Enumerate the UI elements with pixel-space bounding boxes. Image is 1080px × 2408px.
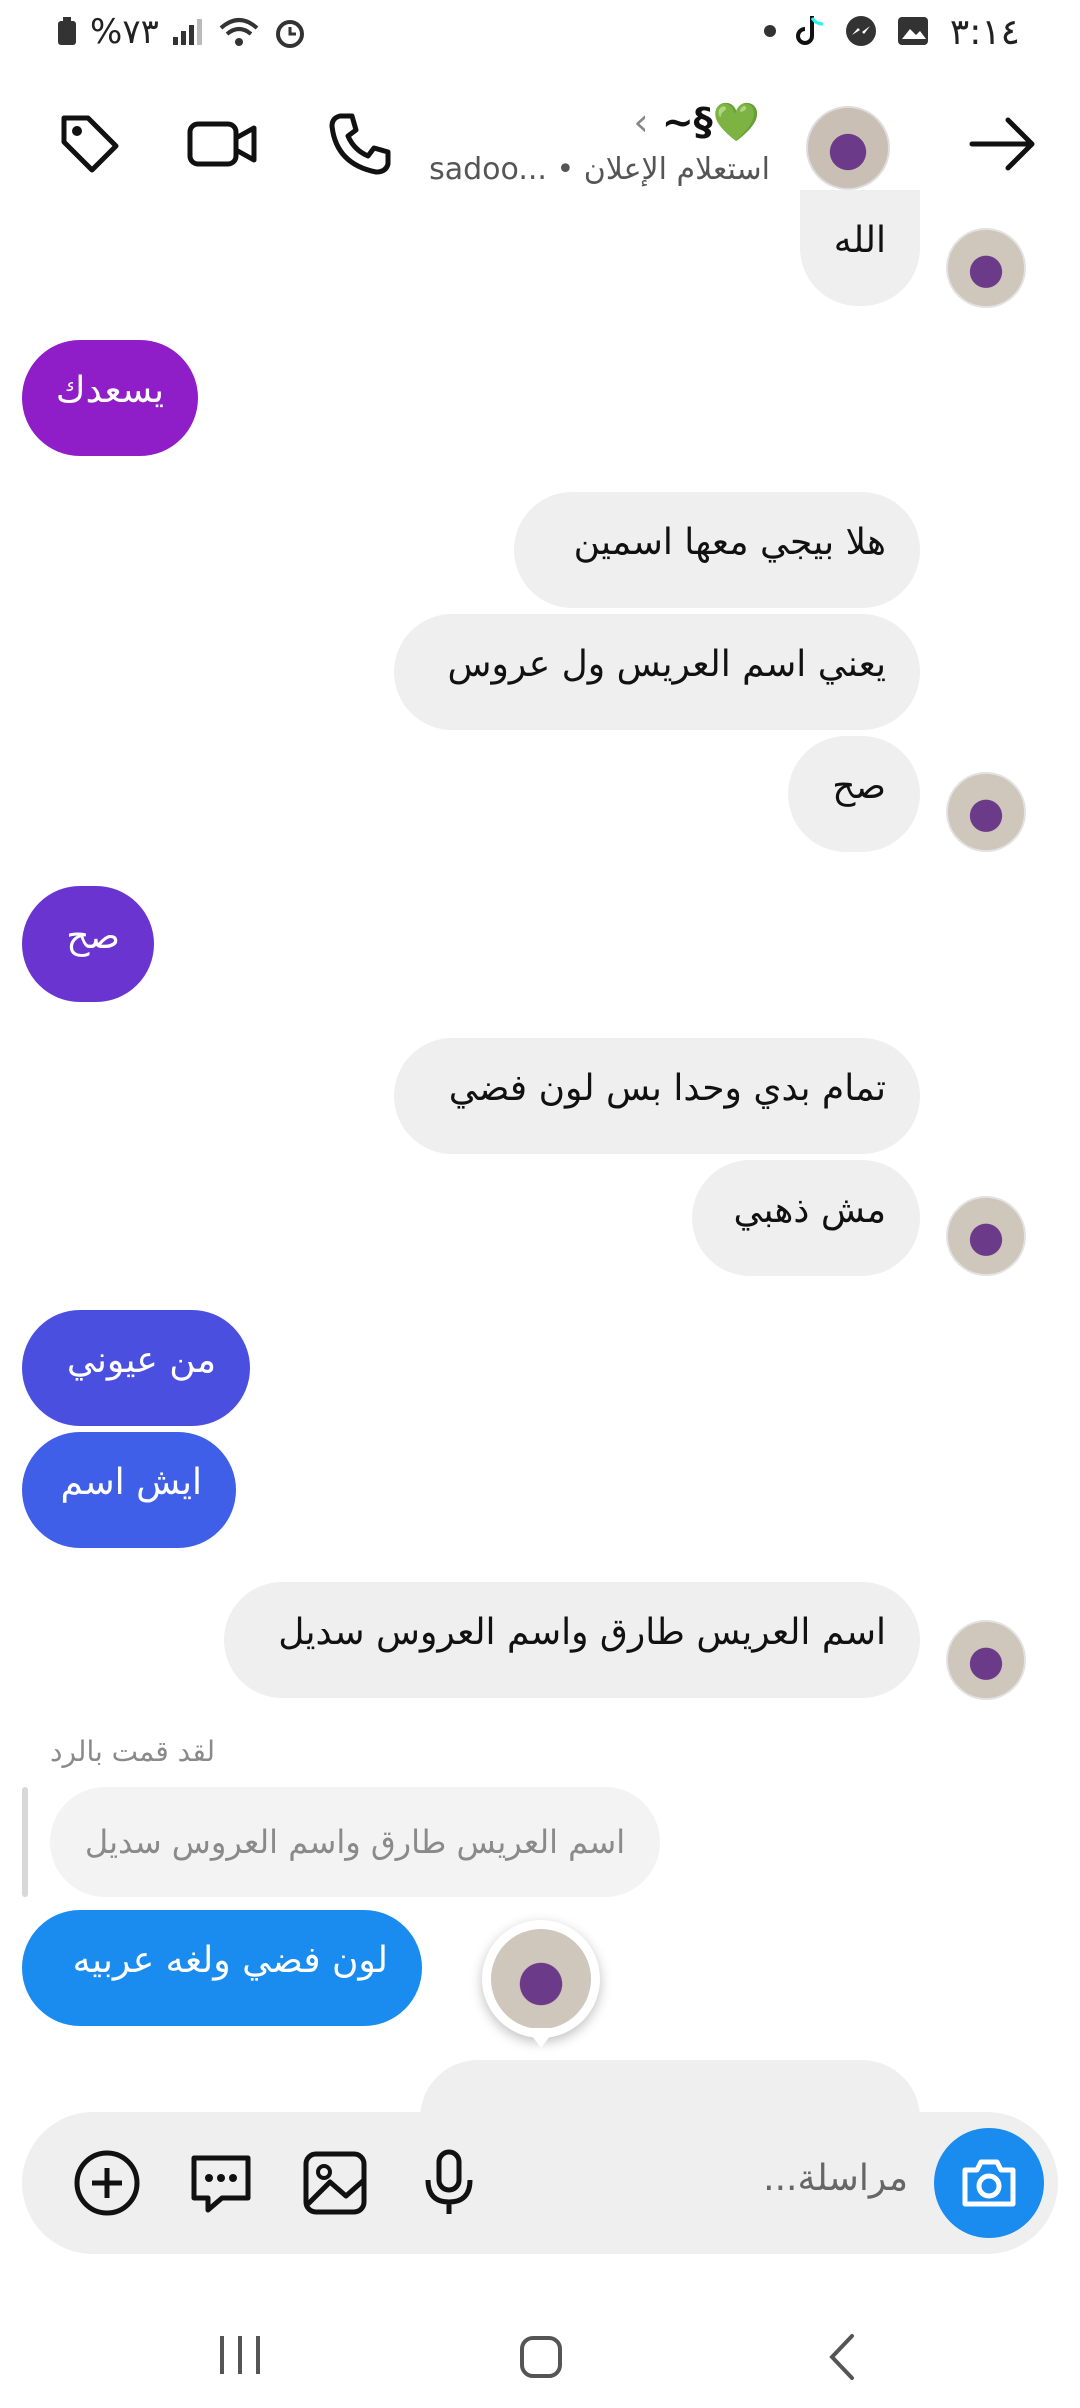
status-bar: %٧٣ ٣:١٤ <box>0 0 1080 70</box>
status-time: ٣:١٤ <box>949 12 1020 53</box>
seen-avatar <box>491 1929 591 2029</box>
sender-avatar <box>946 1196 1026 1276</box>
wifi-icon <box>219 18 259 46</box>
gallery-icon[interactable] <box>300 2148 370 2218</box>
seen-avatar-pin <box>482 1920 600 2048</box>
battery-icon <box>58 17 76 45</box>
reply-quoted-message[interactable]: اسم العريس طارق واسم العروس سديل <box>50 1787 660 1897</box>
message-bubble-out[interactable]: يسعدك <box>22 340 198 456</box>
status-left: %٧٣ <box>56 12 307 52</box>
message-bubble-out[interactable]: لون فضي ولغه عربيه <box>22 1910 422 2026</box>
phone-icon[interactable] <box>326 110 394 178</box>
message-bubble-in[interactable]: صح <box>788 736 920 852</box>
message-bubble-in[interactable]: الله <box>800 190 920 306</box>
mic-icon[interactable] <box>414 2148 484 2218</box>
nav-back-icon[interactable] <box>826 2332 858 2382</box>
chat-title[interactable]: ‹ ~§💚 <box>633 100 760 145</box>
recents-icon[interactable] <box>218 2334 262 2376</box>
sender-avatar <box>946 228 1026 308</box>
add-icon[interactable] <box>72 2148 142 2218</box>
message-bubble-in[interactable]: اسم العريس طارق واسم العروس سديل <box>224 1582 920 1698</box>
message-bubble-in[interactable]: هلا بيجي معها اسمين <box>514 492 920 608</box>
back-arrow-icon[interactable] <box>968 114 1038 174</box>
message-bubble-out[interactable]: من عيوني <box>22 1310 250 1426</box>
tag-icon[interactable] <box>56 110 124 178</box>
tiktok-icon <box>796 16 824 45</box>
sticker-chat-icon[interactable] <box>186 2148 256 2218</box>
contact-avatar[interactable] <box>806 106 890 190</box>
camera-icon <box>962 2159 1016 2207</box>
chevron-left-icon: ‹ <box>633 100 649 144</box>
messenger-icon <box>846 16 876 46</box>
sender-avatar <box>946 1620 1026 1700</box>
message-bubble-out[interactable]: ايش اسم <box>22 1432 236 1548</box>
message-bubble-in[interactable]: تمام بدي وحدا بس لون فضي <box>394 1038 920 1154</box>
signal-icon <box>172 19 202 45</box>
message-bubble-out[interactable]: صح <box>22 886 154 1002</box>
message-bubble-in[interactable]: مش ذهبي <box>692 1160 920 1276</box>
message-bubble-in[interactable]: يعني اسم العريس ول عروس <box>394 614 920 730</box>
video-call-icon[interactable] <box>186 110 258 178</box>
sender-avatar <box>946 772 1026 852</box>
notification-dot-icon <box>764 25 776 37</box>
camera-button[interactable] <box>934 2128 1044 2238</box>
battery-percent: %٧٣ <box>90 12 159 52</box>
reply-label: لقد قمت بالرد <box>50 1735 216 1768</box>
home-icon[interactable] <box>518 2334 564 2380</box>
gallery-status-icon <box>898 17 928 45</box>
alarm-icon <box>275 20 304 48</box>
chat-subtitle: sadoo... • استعلام الإعلان <box>429 152 770 187</box>
message-input[interactable]: مراسلة... <box>763 2158 908 2199</box>
reply-quote-bar <box>22 1787 28 1897</box>
contact-name: ~§💚 <box>661 100 760 144</box>
notification-icons <box>764 14 930 48</box>
message-composer: مراسلة... <box>22 2112 1058 2254</box>
system-nav-bar <box>0 2290 1080 2408</box>
